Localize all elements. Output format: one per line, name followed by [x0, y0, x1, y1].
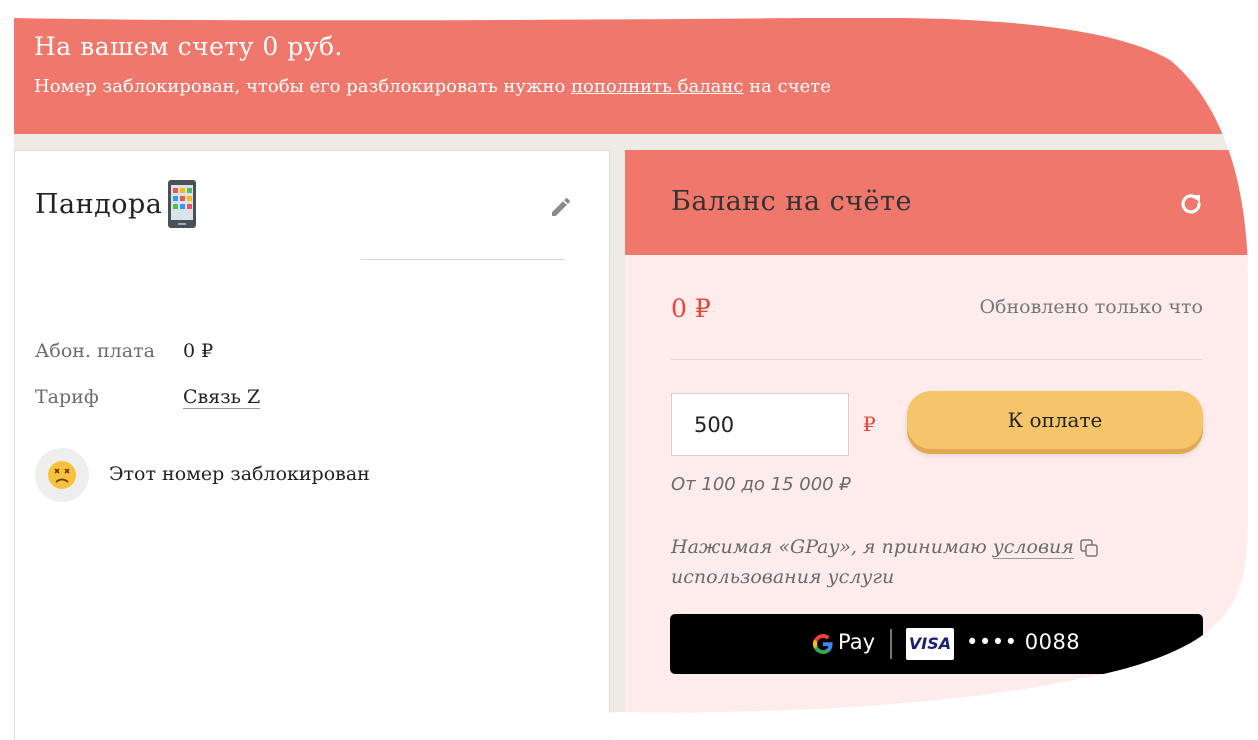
- torn-paper-edge: [0, 0, 1258, 739]
